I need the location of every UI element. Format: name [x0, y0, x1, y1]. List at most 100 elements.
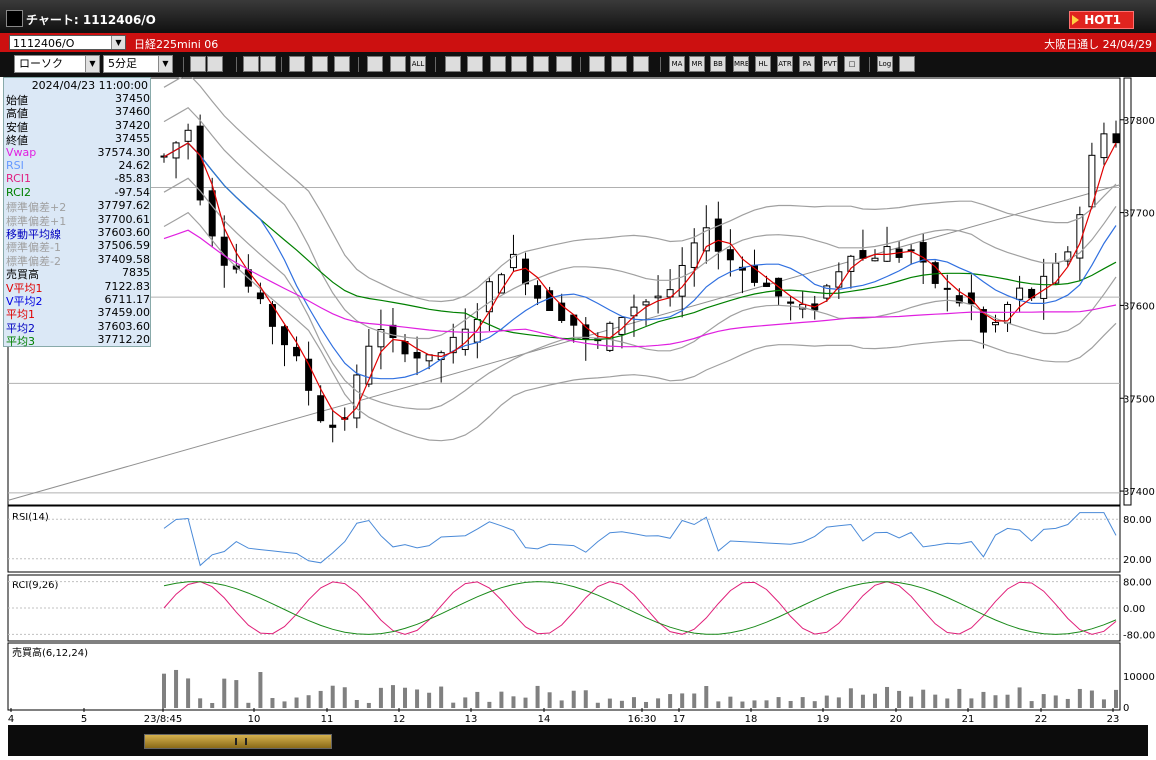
candle-body: [642, 301, 650, 306]
candle-body: [256, 292, 264, 300]
symbol-input[interactable]: 1112406/O ▼: [9, 35, 126, 50]
trash-icon[interactable]: [556, 56, 572, 72]
volume-bar: [427, 692, 432, 708]
candle-body: [907, 249, 915, 252]
volume-bar: [824, 695, 829, 708]
box-icon[interactable]: □: [844, 56, 860, 72]
lock-icon[interactable]: [334, 56, 350, 72]
info-value: 7835: [122, 266, 150, 280]
candle-body: [690, 242, 698, 268]
volume-bar: [210, 702, 215, 708]
undo-icon[interactable]: [511, 56, 527, 72]
tool-icon[interactable]: [611, 56, 627, 72]
volume-bar: [511, 696, 516, 708]
chart-type-select[interactable]: ローソク ▼: [14, 55, 100, 73]
volume-bar: [439, 686, 444, 708]
info-value: 37712.20: [97, 333, 151, 347]
mre-icon[interactable]: MRE: [733, 56, 749, 72]
volume-bar: [933, 694, 938, 708]
info-row: V平均1 7122.83: [6, 279, 151, 295]
volume-bar: [571, 690, 576, 708]
info-row: 売買高 7835: [6, 266, 150, 281]
export-icon[interactable]: [899, 56, 915, 72]
pvt-icon[interactable]: PVT: [822, 56, 838, 72]
time-label: 11: [321, 714, 334, 725]
info-label: RCI2: [6, 185, 32, 199]
timeline-scroll-thumb[interactable]: [144, 734, 332, 749]
chart-svg[interactable]: 37800 37700 37600 37500 37400 RSI(14) 80.00 20.…: [0, 77, 1156, 760]
info-row: 標準偏差+1 37700.61: [6, 213, 150, 228]
arrow-icon: [1072, 15, 1080, 25]
volume-tick-label: 0: [1123, 703, 1129, 714]
info-row: Vwap 37574.30: [6, 146, 150, 159]
info-row: 平均3 37712.20: [6, 333, 151, 348]
info-value: 7122.83: [104, 279, 151, 293]
info-value: 37409.58: [97, 252, 151, 266]
rci-label: RCI(9,26): [12, 580, 59, 591]
candle-body: [835, 271, 843, 288]
volume-bar: [1077, 688, 1082, 708]
volume-bar: [969, 698, 974, 708]
rsi-tick-label: 20.00: [1123, 555, 1152, 566]
info-value: 37506.59: [97, 239, 151, 253]
volume-bar: [1053, 695, 1058, 708]
chevron-down-icon[interactable]: ▼: [85, 56, 99, 72]
chevron-down-icon[interactable]: ▼: [111, 36, 125, 49]
hl-icon[interactable]: HL: [755, 56, 771, 72]
trend-line-icon[interactable]: [467, 56, 483, 72]
volume-bar: [993, 695, 998, 708]
bb-icon[interactable]: BB: [710, 56, 726, 72]
draw-icon[interactable]: [243, 56, 259, 72]
time-label: 19: [817, 714, 830, 725]
info-value: 37420: [115, 118, 150, 132]
volume-bar: [1005, 694, 1010, 708]
rsi-tick-label: 80.00: [1123, 515, 1152, 526]
cursor-icon[interactable]: [490, 56, 506, 72]
price-tick-label: 37800: [1123, 116, 1155, 127]
info-row: 標準偏差+2 37797.62: [6, 199, 150, 214]
candle-body: [208, 190, 216, 237]
mr-icon[interactable]: MR: [689, 56, 705, 72]
color-icon[interactable]: [633, 56, 649, 72]
volume-bar: [776, 697, 781, 708]
info-value: 6711.17: [104, 293, 151, 306]
info-row: 始値 37450: [6, 92, 150, 107]
interval-select[interactable]: 5分足 ▼: [103, 55, 173, 73]
info-row: RCI1 -85.83: [6, 172, 150, 185]
bars-icon[interactable]: [289, 56, 305, 72]
para-icon[interactable]: PA: [799, 56, 815, 72]
candle-body: [413, 351, 421, 359]
zoom-icon[interactable]: [190, 56, 206, 72]
candle-body: [1040, 275, 1048, 299]
info-row: 平均1 37459.00: [6, 306, 150, 321]
candle-icon[interactable]: [367, 56, 383, 72]
volume-bar: [812, 701, 817, 708]
grip-icon: [235, 738, 247, 745]
search-icon[interactable]: [260, 56, 276, 72]
volume-bar: [342, 687, 347, 708]
candle2-icon[interactable]: [390, 56, 406, 72]
pencil-icon[interactable]: [445, 56, 461, 72]
note-icon[interactable]: [533, 56, 549, 72]
volume-bar: [800, 697, 805, 708]
hot1-button[interactable]: HOT1: [1069, 11, 1134, 29]
chevron-down-icon[interactable]: ▼: [158, 56, 172, 72]
toolbar-separator: [435, 57, 436, 72]
volume-bar: [403, 687, 408, 708]
signal-icon[interactable]: [312, 56, 328, 72]
volume-bar: [957, 688, 962, 708]
log-icon[interactable]: Log: [877, 56, 893, 72]
candle-body: [534, 285, 542, 299]
volume-bar: [668, 694, 673, 708]
all-icon[interactable]: ALL: [410, 56, 426, 72]
chart-area[interactable]: 37800 37700 37600 37500 37400 RSI(14) 80.00 20.…: [0, 77, 1156, 760]
ma-icon[interactable]: MA: [669, 56, 685, 72]
volume-bar: [318, 690, 323, 708]
volume-bar: [246, 702, 251, 708]
symbol-value: 1112406/O: [13, 37, 75, 50]
range-icon[interactable]: [207, 56, 223, 72]
rsi-panel: [7, 505, 1121, 573]
volume-bar: [378, 687, 383, 708]
settings-icon[interactable]: [589, 56, 605, 72]
atr-icon[interactable]: ATR: [777, 56, 793, 72]
